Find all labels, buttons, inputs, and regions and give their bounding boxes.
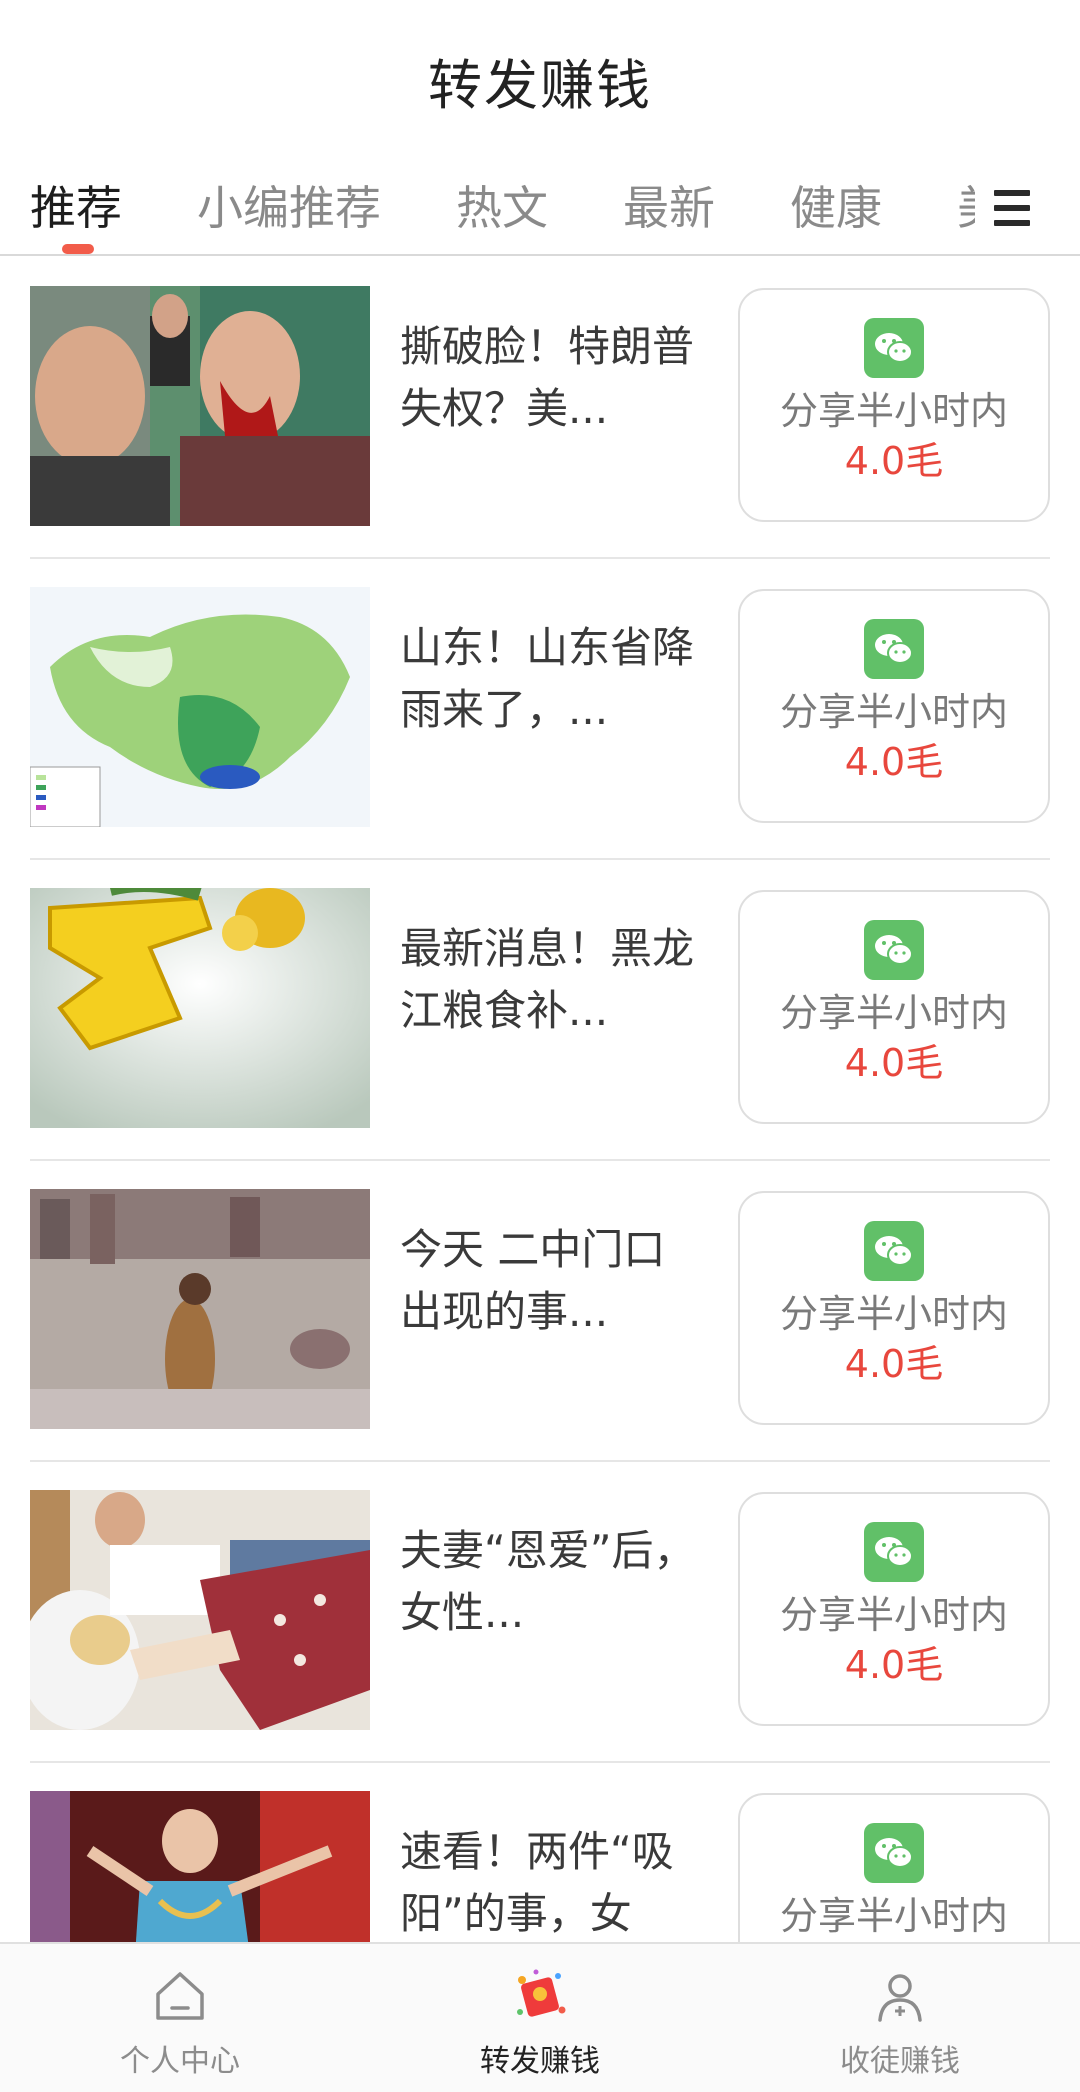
reward-amount: 4.0毛 bbox=[844, 1342, 944, 1386]
share-timing-label: 分享半小时内 bbox=[779, 1894, 1008, 1938]
reward-amount: 4.0毛 bbox=[844, 439, 944, 483]
article-item[interactable]: 今天 二中门口 出现的事... 分享半小时内 4.0毛 bbox=[0, 1161, 1080, 1462]
wechat-icon bbox=[864, 619, 924, 679]
tab-label: 小编推荐 bbox=[197, 181, 381, 235]
share-timing-label: 分享半小时内 bbox=[779, 389, 1008, 433]
article-item[interactable]: 速看！两件“吸阳”的事，女 分享半小时内 bbox=[0, 1763, 1080, 1942]
article-thumbnail bbox=[30, 1189, 370, 1429]
wechat-icon bbox=[864, 920, 924, 980]
nav-share-earn[interactable]: 转发赚钱 bbox=[360, 1944, 720, 2092]
user-add-icon bbox=[870, 1966, 930, 2026]
share-timing-label: 分享半小时内 bbox=[779, 991, 1008, 1035]
tab-label: 最新 bbox=[623, 181, 715, 235]
share-reward-button[interactable]: 分享半小时内 4.0毛 bbox=[738, 288, 1050, 522]
red-packet-icon bbox=[510, 1966, 570, 2026]
hamburger-menu-icon[interactable] bbox=[984, 180, 1040, 236]
share-timing-label: 分享半小时内 bbox=[779, 690, 1008, 734]
tab-scroll-area[interactable]: 推荐 小编推荐 热文 最新 健康 美 bbox=[0, 160, 975, 254]
nav-personal-center[interactable]: 个人中心 bbox=[0, 1944, 360, 2092]
share-reward-button[interactable]: 分享半小时内 4.0毛 bbox=[738, 1492, 1050, 1726]
wechat-icon bbox=[864, 1221, 924, 1281]
share-reward-button[interactable]: 分享半小时内 bbox=[738, 1793, 1050, 1942]
wechat-icon bbox=[864, 1522, 924, 1582]
article-title[interactable]: 速看！两件“吸阳”的事，女 bbox=[400, 1821, 720, 1942]
tab-editor-picks[interactable]: 小编推荐 bbox=[197, 160, 381, 254]
article-thumbnail bbox=[30, 888, 370, 1128]
article-title[interactable]: 撕破脸！特朗普失权？美... bbox=[400, 316, 720, 456]
share-timing-label: 分享半小时内 bbox=[779, 1593, 1008, 1637]
article-title[interactable]: 山东！山东省降雨来了，... bbox=[400, 617, 720, 757]
bottom-navigation: 个人中心 转发赚钱 收徒赚钱 bbox=[0, 1942, 1080, 2092]
article-thumbnail bbox=[30, 1791, 370, 1942]
tab-hot[interactable]: 热文 bbox=[456, 160, 548, 254]
reward-amount: 4.0毛 bbox=[844, 1643, 944, 1687]
tab-label: 健康 bbox=[790, 181, 882, 235]
tab-recommend[interactable]: 推荐 bbox=[30, 160, 122, 254]
nav-recruit-earn[interactable]: 收徒赚钱 bbox=[720, 1944, 1080, 2092]
share-reward-button[interactable]: 分享半小时内 4.0毛 bbox=[738, 589, 1050, 823]
article-title[interactable]: 夫妻“恩爱”后，女性... bbox=[400, 1520, 720, 1660]
reward-amount: 4.0毛 bbox=[844, 740, 944, 784]
category-tabs: 推荐 小编推荐 热文 最新 健康 美 bbox=[0, 160, 1080, 256]
tab-health[interactable]: 健康 bbox=[790, 160, 882, 254]
article-title[interactable]: 最新消息！黑龙江粮食补... bbox=[400, 918, 720, 1058]
reward-amount: 4.0毛 bbox=[844, 1041, 944, 1085]
tab-label: 热文 bbox=[456, 181, 548, 235]
article-item[interactable]: 夫妻“恩爱”后，女性... 分享半小时内 4.0毛 bbox=[0, 1462, 1080, 1763]
article-list[interactable]: 撕破脸！特朗普失权？美... 分享半小时内 4.0毛 山东！山东省降雨来了，..… bbox=[0, 258, 1080, 1942]
tab-label: 美 bbox=[957, 181, 975, 235]
header: 转发赚钱 bbox=[0, 0, 1080, 160]
nav-label: 收徒赚钱 bbox=[840, 2044, 960, 2079]
nav-label: 个人中心 bbox=[120, 2044, 240, 2079]
app-screen: 转发赚钱 推荐 小编推荐 热文 最新 健康 美 bbox=[0, 0, 1080, 2092]
wechat-icon bbox=[864, 318, 924, 378]
share-reward-button[interactable]: 分享半小时内 4.0毛 bbox=[738, 1191, 1050, 1425]
article-item[interactable]: 撕破脸！特朗普失权？美... 分享半小时内 4.0毛 bbox=[0, 258, 1080, 559]
tab-beauty[interactable]: 美 bbox=[957, 160, 975, 254]
wechat-icon bbox=[864, 1823, 924, 1883]
nav-label: 转发赚钱 bbox=[480, 2044, 600, 2079]
home-icon bbox=[150, 1966, 210, 2026]
page-title: 转发赚钱 bbox=[428, 53, 652, 117]
tab-label: 推荐 bbox=[30, 181, 122, 235]
article-item[interactable]: 山东！山东省降雨来了，... 分享半小时内 4.0毛 bbox=[0, 559, 1080, 860]
tab-latest[interactable]: 最新 bbox=[623, 160, 715, 254]
article-item[interactable]: 最新消息！黑龙江粮食补... 分享半小时内 4.0毛 bbox=[0, 860, 1080, 1161]
article-thumbnail bbox=[30, 1490, 370, 1730]
article-title[interactable]: 今天 二中门口 出现的事... bbox=[400, 1219, 720, 1359]
article-thumbnail bbox=[30, 587, 370, 827]
article-thumbnail bbox=[30, 286, 370, 526]
share-reward-button[interactable]: 分享半小时内 4.0毛 bbox=[738, 890, 1050, 1124]
share-timing-label: 分享半小时内 bbox=[779, 1292, 1008, 1336]
active-tab-indicator bbox=[62, 244, 94, 254]
